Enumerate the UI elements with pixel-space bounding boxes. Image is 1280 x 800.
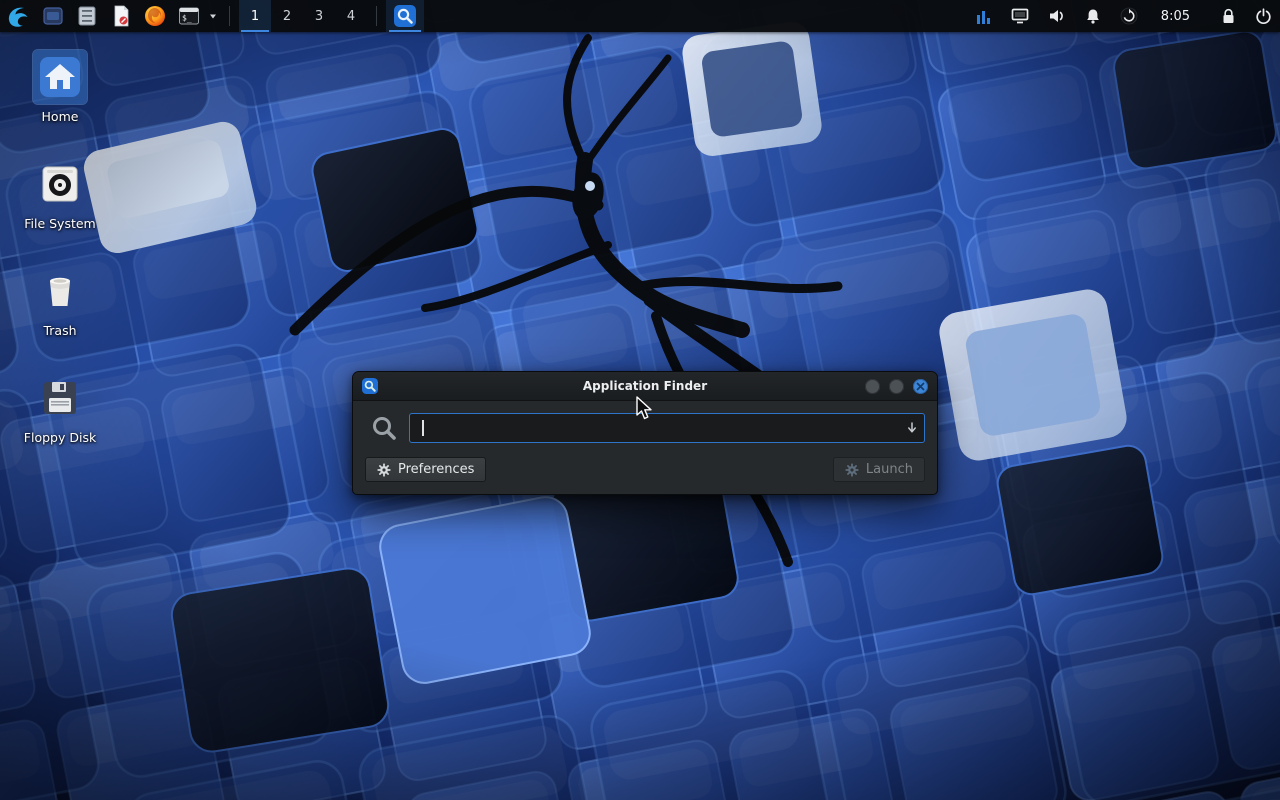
close-icon [916,382,925,391]
search-input-wrap [409,413,925,443]
hard-drive-icon [33,157,87,211]
notifications-bell-icon[interactable] [1085,8,1101,25]
power-icon[interactable] [1255,8,1272,25]
search-icon [370,414,398,442]
panel-separator [229,6,230,26]
desktop: $_ 1 2 3 4 [0,0,1280,800]
file-manager-launcher[interactable] [38,2,68,30]
close-button[interactable] [913,379,928,394]
clock[interactable]: 8:05 [1161,9,1190,24]
taskbar-application-finder[interactable] [386,0,424,32]
file-manager-icon [41,4,65,28]
workspace-3[interactable]: 3 [303,0,335,32]
maximize-button[interactable] [889,379,904,394]
firefox-launcher[interactable] [140,2,170,30]
launch-gear-icon [845,463,859,477]
lock-icon[interactable] [1221,8,1236,25]
panel-left: $_ 1 2 3 4 [2,0,424,32]
history-dropdown-icon[interactable] [906,421,918,435]
desktop-icon-floppy-disk[interactable]: Floppy Disk [12,371,108,469]
terminal-icon: $_ [177,4,201,28]
workspace-2[interactable]: 2 [271,0,303,32]
top-panel: $_ 1 2 3 4 [0,0,1280,32]
display-icon[interactable] [1011,8,1029,24]
chevron-down-icon [208,11,218,21]
kali-menu-button[interactable] [4,2,34,30]
terminal-launcher-arrow[interactable] [206,2,220,30]
titlebar-buttons [865,379,928,394]
preferences-label: Preferences [398,462,474,477]
cpu-graph-icon[interactable] [976,7,992,25]
workspace-switcher: 1 2 3 4 [239,0,367,32]
desktop-icon-label: Trash [43,323,76,338]
launch-button[interactable]: Launch [833,457,925,482]
minimize-button[interactable] [865,379,880,394]
action-row: Preferences [365,457,925,482]
text-editor-icon [109,4,133,28]
application-finder-icon [394,5,416,27]
floppy-disk-icon [33,371,87,425]
preferences-button[interactable]: Preferences [365,457,486,482]
desktop-icon-trash[interactable]: Trash [12,264,108,362]
workspace-4[interactable]: 4 [335,0,367,32]
desktop-icon-home[interactable]: Home [12,50,108,148]
search-input[interactable] [409,413,925,443]
volume-icon[interactable] [1048,8,1066,24]
file-cabinet-icon [75,4,99,28]
panel-separator [376,6,377,26]
trash-icon [33,264,87,318]
desktop-icon-list: Home File System [12,50,108,469]
desktop-icon-label: Floppy Disk [24,430,96,445]
text-editor-launcher[interactable] [106,2,136,30]
home-icon [33,50,87,104]
workspace-1[interactable]: 1 [239,0,271,32]
titlebar[interactable]: Application Finder [353,372,937,401]
kali-logo-icon [6,3,32,29]
desktop-icon-label: Home [42,109,79,124]
updates-icon[interactable] [1120,7,1138,25]
terminal-launcher[interactable]: $_ [174,2,204,30]
file-cabinet-launcher[interactable] [72,2,102,30]
desktop-icon-label: File System [24,216,96,231]
window-body: Preferences [353,401,937,494]
svg-text:$_: $_ [182,14,192,23]
firefox-icon [143,4,167,28]
panel-right: 8:05 [976,0,1272,32]
application-finder-window: Application Finder [352,371,938,495]
window-icon [362,378,378,394]
window-title: Application Finder [353,379,937,393]
search-row [365,413,925,443]
launch-label: Launch [866,462,913,477]
desktop-icon-file-system[interactable]: File System [12,157,108,255]
gear-icon [377,463,391,477]
